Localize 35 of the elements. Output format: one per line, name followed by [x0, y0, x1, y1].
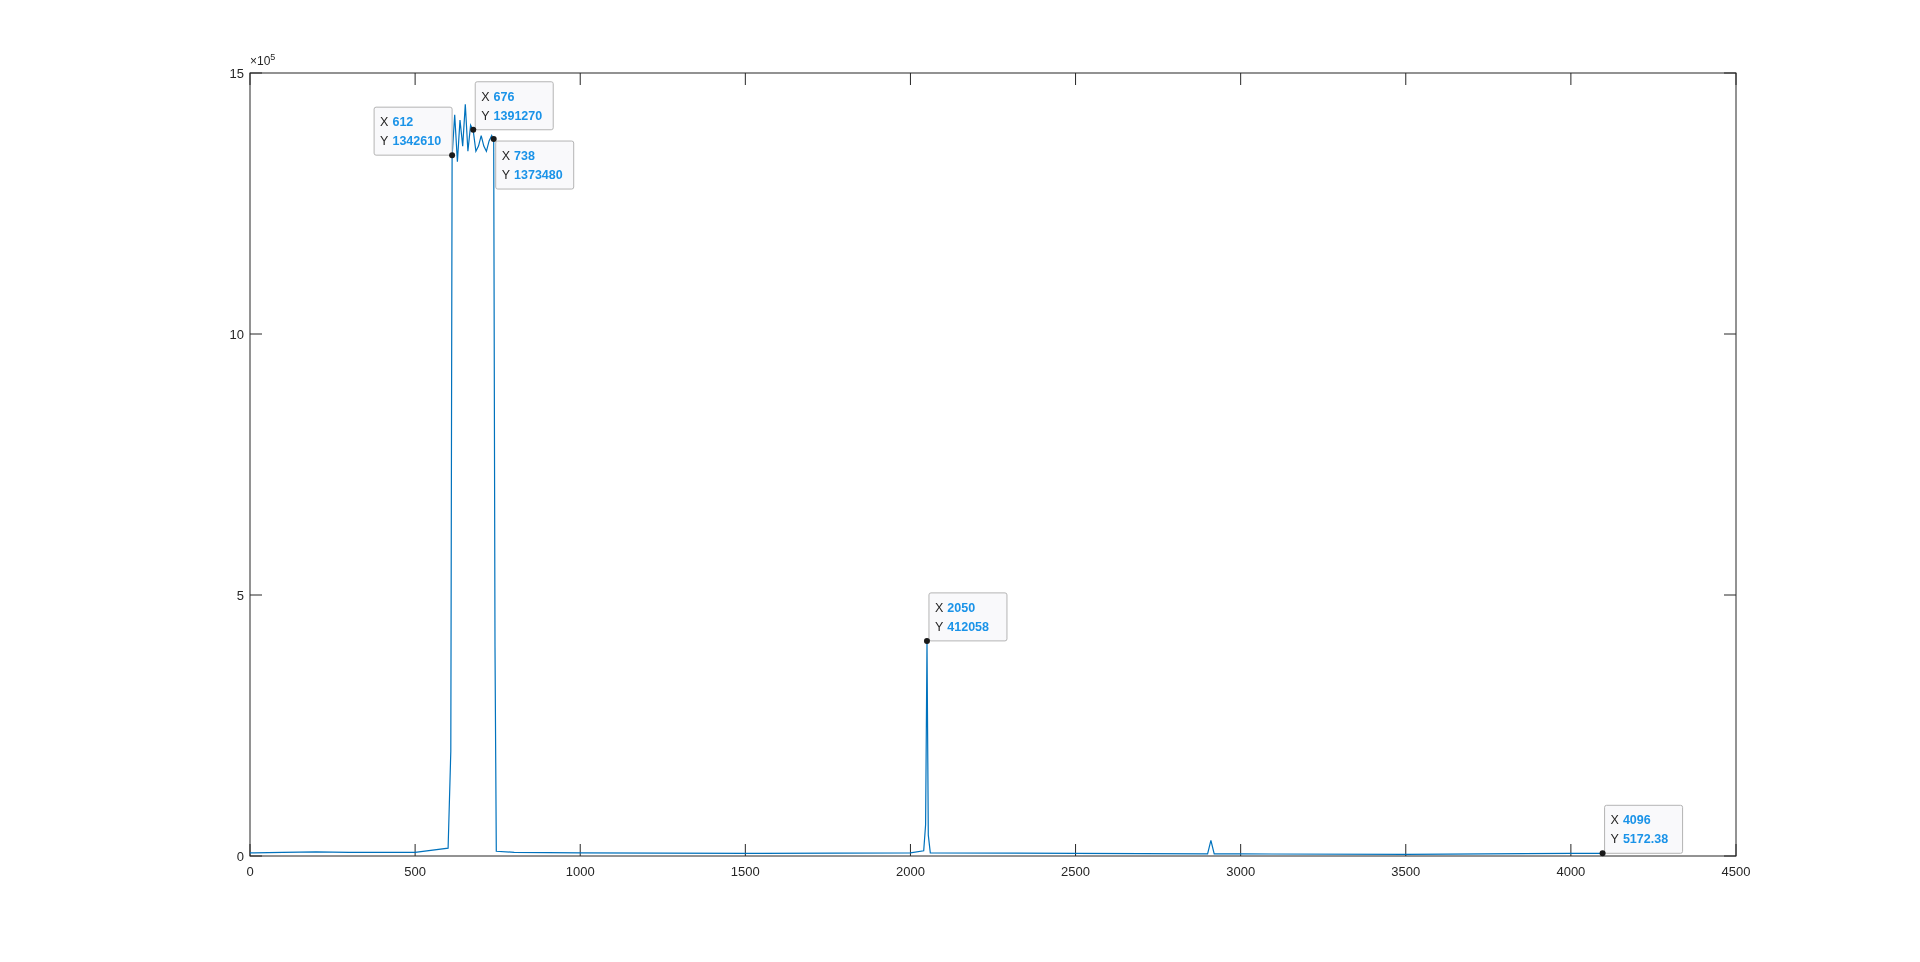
datatip-x-readout: X 676: [481, 89, 515, 104]
datatip-background[interactable]: [474, 81, 554, 131]
x-tick-label: 1500: [730, 864, 760, 879]
y-tick-label: 5: [236, 588, 244, 603]
datatip-y-readout: Y 1373480: [501, 168, 563, 183]
x-tick-label: 2500: [1061, 864, 1090, 879]
y-tick-label: 10: [229, 327, 244, 342]
datatip-y-readout: Y 1342610: [380, 134, 442, 149]
datatip-background[interactable]: [495, 140, 575, 190]
datatip-background[interactable]: [928, 592, 1008, 642]
y-tick-label: 15: [229, 66, 244, 81]
datatip-marker: [490, 136, 497, 143]
datatip-marker: [1599, 850, 1606, 857]
datatip-y-readout: Y 412058: [934, 619, 989, 634]
y-tick-label: 0: [236, 849, 244, 864]
x-tick-label: 3000: [1226, 864, 1256, 879]
datatip-marker: [449, 152, 456, 159]
datatip-marker: [923, 637, 930, 644]
datatip-x-readout: X 612: [380, 115, 414, 130]
x-tick-label: 4500: [1721, 864, 1751, 879]
datatip-background[interactable]: [373, 106, 453, 156]
x-tick-label: 3500: [1391, 864, 1421, 879]
x-tick-label: 0: [246, 864, 254, 879]
x-tick-label: 4000: [1556, 864, 1586, 879]
axis-exponent-label: ×10$^{5}$: [250, 52, 276, 68]
datatip-marker: [470, 126, 477, 133]
datatip-x-readout: X 2050: [934, 600, 976, 615]
datatip-x-readout: X 738: [501, 149, 535, 164]
datatip-y-readout: Y 5172.38: [1610, 832, 1669, 847]
datatip-x-readout: X 4096: [1610, 813, 1651, 828]
x-tick-label: 1000: [565, 864, 595, 879]
datatip-y-readout: Y 1391270: [481, 108, 543, 123]
x-tick-label: 500: [404, 864, 426, 879]
x-tick-label: 2000: [896, 864, 925, 879]
datatip-background[interactable]: [1604, 804, 1684, 854]
